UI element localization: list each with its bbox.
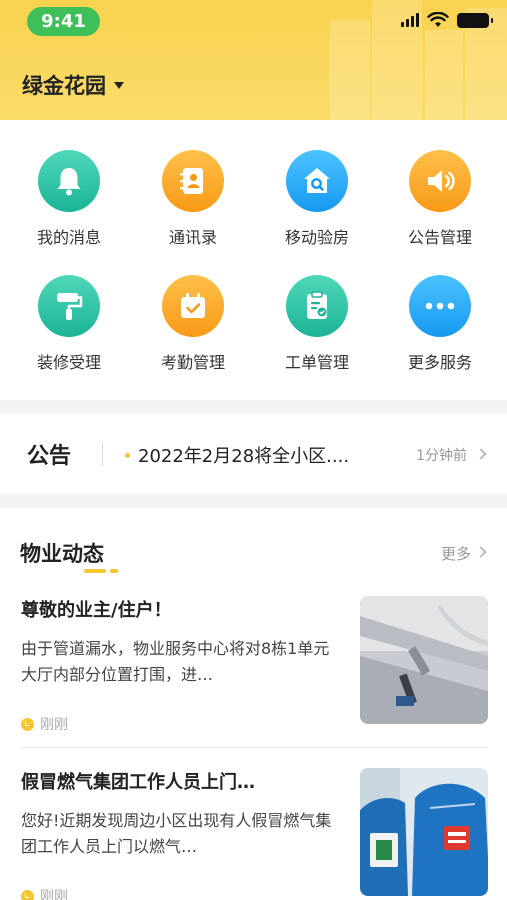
announcement-time: 1分钟前 — [416, 448, 467, 464]
news-title: 假冒燃气集团工作人员上门… — [21, 772, 255, 793]
divider — [102, 442, 103, 466]
divider — [20, 747, 488, 748]
calendar-check-icon — [162, 275, 224, 337]
chevron-right-icon — [475, 448, 487, 460]
battery-icon — [457, 12, 493, 28]
news-time: 刚刚 — [40, 717, 68, 733]
title-underline-dot — [110, 569, 118, 573]
announcement-bar[interactable]: 公告 2022年2月28将全小区.... 1分钟前 — [0, 414, 507, 494]
bell-icon — [38, 150, 100, 212]
service-grid: 我的消息 通讯录 移动验房 公告管理 装修受理 考勤管理 工单管理 更多服务 — [0, 120, 507, 400]
clock-icon — [21, 889, 34, 900]
more-dots-icon — [409, 275, 471, 337]
news-summary: 由于管道漏水，物业服务中心将对8栋1单元大厅内部分位置打围，进… — [21, 639, 330, 684]
chevron-right-icon[interactable] — [475, 546, 487, 558]
contacts-icon — [162, 150, 224, 212]
grid-label: 我的消息 — [36, 228, 101, 247]
title-underline — [84, 569, 106, 573]
grid-label: 工单管理 — [284, 353, 349, 372]
cellular-signal-icon — [401, 13, 419, 27]
grid-item-workorder[interactable]: 工单管理 — [262, 275, 372, 373]
announcement-text: 2022年2月28将全小区.... — [138, 446, 350, 467]
grid-label: 更多服务 — [407, 353, 472, 372]
clock-icon — [21, 717, 34, 731]
news-thumbnail[interactable] — [360, 596, 488, 724]
grid-item-renovation[interactable]: 装修受理 — [14, 275, 124, 373]
grid-item-more[interactable]: 更多服务 — [385, 275, 495, 373]
wifi-icon — [427, 12, 449, 27]
status-icons — [401, 12, 493, 28]
community-selector[interactable]: 绿金花园 — [22, 70, 124, 100]
community-name: 绿金花园 — [22, 74, 106, 98]
news-meta: 刚刚 — [21, 886, 68, 900]
grid-item-attendance[interactable]: 考勤管理 — [138, 275, 248, 373]
news-thumbnail[interactable] — [360, 768, 488, 896]
bullet-dot — [125, 453, 130, 458]
speaker-icon — [409, 150, 471, 212]
paint-roller-icon — [38, 275, 100, 337]
grid-item-contacts[interactable]: 通讯录 — [138, 150, 248, 248]
clipboard-icon — [286, 275, 348, 337]
news-summary: 您好!近期发现周边小区出现有人假冒燃气集团工作人员上门以燃气… — [21, 811, 332, 856]
grid-item-messages[interactable]: 我的消息 — [14, 150, 124, 248]
grid-item-inspection[interactable]: 移动验房 — [262, 150, 372, 248]
announcement-title: 公告 — [27, 444, 72, 469]
grid-label: 考勤管理 — [160, 353, 225, 372]
grid-item-announcement[interactable]: 公告管理 — [385, 150, 495, 248]
house-search-icon — [286, 150, 348, 212]
section-title: 物业动态 — [20, 542, 104, 566]
header: 9:41 绿金花园 — [0, 0, 507, 120]
grid-label: 通讯录 — [168, 228, 217, 247]
news-meta: 刚刚 — [21, 714, 68, 734]
property-news: 物业动态 更多 尊敬的业主/住户！ 由于管道漏水，物业服务中心将对8栋1单元大厅… — [0, 508, 507, 900]
news-title: 尊敬的业主/住户！ — [21, 600, 172, 621]
more-link[interactable]: 更多 — [441, 543, 471, 564]
grid-label: 公告管理 — [407, 228, 472, 247]
grid-label: 装修受理 — [36, 353, 101, 372]
grid-label: 移动验房 — [284, 228, 349, 247]
news-time: 刚刚 — [40, 889, 68, 900]
caret-down-icon — [114, 81, 124, 89]
status-time: 9:41 — [27, 7, 100, 36]
